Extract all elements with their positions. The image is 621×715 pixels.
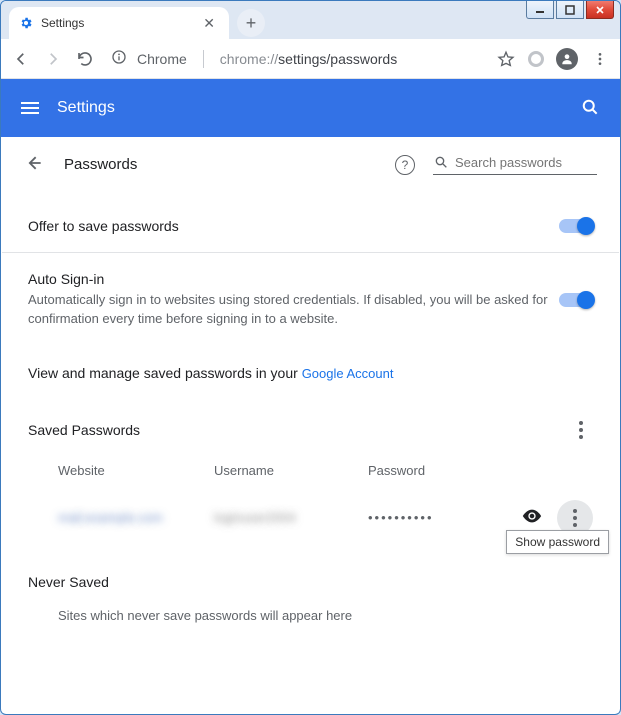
columns-header: Website Username Password xyxy=(2,443,619,486)
never-saved-text: Sites which never save passwords will ap… xyxy=(2,600,619,647)
profile-avatar[interactable] xyxy=(556,48,578,70)
gear-icon xyxy=(19,16,33,30)
col-password: Password xyxy=(368,463,593,478)
window-controls xyxy=(526,1,614,19)
tab-settings[interactable]: Settings ✕ xyxy=(9,7,229,39)
password-row: mail.example.com loginuser2004 •••••••••… xyxy=(2,486,619,550)
close-button[interactable] xyxy=(586,1,614,19)
auto-signin-desc: Automatically sign in to websites using … xyxy=(28,291,559,329)
page-back-icon[interactable] xyxy=(24,153,44,176)
saved-passwords-title: Saved Passwords xyxy=(28,422,569,438)
omnibox-separator xyxy=(203,50,204,68)
content-scroll[interactable]: Passwords ? Offer to save passwords Auto… xyxy=(2,137,619,713)
extension-icon[interactable] xyxy=(528,51,544,67)
auto-signin-title: Auto Sign-in xyxy=(28,271,559,287)
offer-save-label: Offer to save passwords xyxy=(28,218,559,234)
forward-icon xyxy=(43,49,63,69)
omnibox-chrome-label: Chrome xyxy=(137,51,187,67)
saved-passwords-menu-icon[interactable] xyxy=(569,417,593,443)
offer-save-toggle[interactable] xyxy=(559,219,593,233)
manage-text: View and manage saved passwords in your xyxy=(28,365,302,381)
menu-icon[interactable] xyxy=(21,99,39,117)
bookmark-icon[interactable] xyxy=(496,49,516,69)
never-saved-title: Never Saved xyxy=(2,550,619,600)
new-tab-button[interactable]: + xyxy=(237,9,265,37)
back-icon[interactable] xyxy=(11,49,31,69)
omnibox-url: chrome://settings/passwords xyxy=(220,51,397,67)
settings-title: Settings xyxy=(57,99,115,117)
auto-signin-toggle[interactable] xyxy=(559,293,593,307)
browser-toolbar: Chrome chrome://settings/passwords xyxy=(1,39,620,79)
settings-search-icon[interactable] xyxy=(580,97,600,120)
eye-icon[interactable] xyxy=(521,505,543,530)
tab-title: Settings xyxy=(41,16,191,30)
row-username: loginuser2004 xyxy=(214,510,368,525)
search-passwords-input[interactable] xyxy=(455,155,595,170)
row-website[interactable]: mail.example.com xyxy=(58,510,214,525)
maximize-button[interactable] xyxy=(556,1,584,19)
col-website: Website xyxy=(58,463,214,478)
row-password-mask: •••••••••• xyxy=(368,510,521,525)
col-username: Username xyxy=(214,463,368,478)
page-title: Passwords xyxy=(64,156,137,173)
google-account-link[interactable]: Google Account xyxy=(302,366,394,381)
help-icon[interactable]: ? xyxy=(395,155,415,175)
search-icon xyxy=(433,154,449,170)
address-bar[interactable]: Chrome chrome://settings/passwords xyxy=(107,45,484,73)
tab-close-icon[interactable]: ✕ xyxy=(199,13,219,34)
reload-icon[interactable] xyxy=(75,49,95,69)
site-info-icon[interactable] xyxy=(111,49,127,68)
minimize-button[interactable] xyxy=(526,1,554,19)
show-password-tooltip: Show password xyxy=(506,530,609,554)
settings-header: Settings xyxy=(1,79,620,137)
search-passwords-field[interactable] xyxy=(433,154,597,175)
browser-menu-icon[interactable] xyxy=(590,49,610,69)
